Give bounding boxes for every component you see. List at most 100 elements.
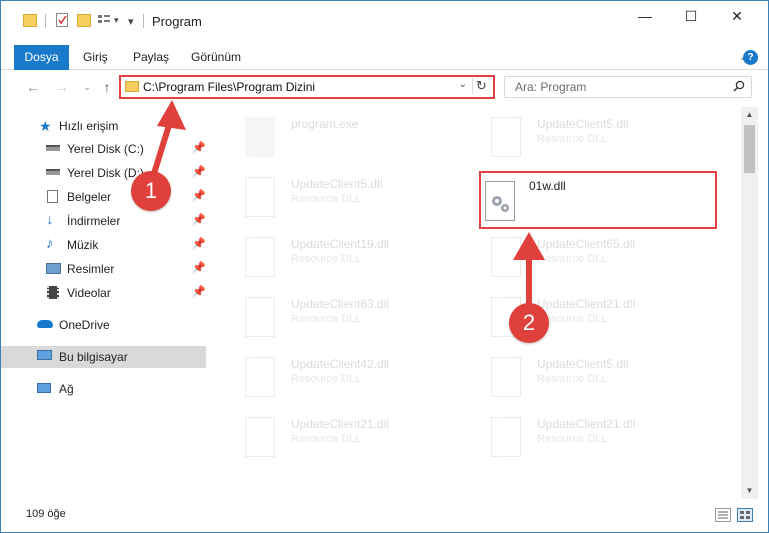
- title-bar: ▾ ▾ Program — ☐ ✕: [1, 1, 768, 41]
- scroll-thumb[interactable]: [744, 125, 755, 173]
- downloads-icon: ↓: [46, 211, 54, 228]
- explorer-window: ▾ ▾ Program — ☐ ✕ Dosya Giriş Paylaş Gör…: [0, 0, 769, 533]
- folder-icon: [125, 81, 139, 92]
- forward-icon[interactable]: →: [52, 77, 72, 97]
- search-icon[interactable]: [733, 80, 745, 95]
- pin-icon[interactable]: 📌: [192, 237, 206, 250]
- refresh-icon[interactable]: ↻: [472, 78, 490, 94]
- nav-label: Ağ: [59, 382, 74, 396]
- customize-icon[interactable]: [98, 14, 110, 27]
- new-folder-icon[interactable]: [77, 14, 91, 27]
- properties-icon[interactable]: [56, 13, 68, 27]
- file-name: UpdateClient63.dll: [291, 297, 390, 311]
- address-dropdown-icon[interactable]: ⌄: [459, 79, 467, 90]
- scroll-down-icon[interactable]: ▼: [741, 483, 758, 499]
- file-item[interactable]: UpdateClient19.dll Resource DLL: [225, 229, 465, 285]
- file-name: UpdateClient21.dll: [537, 417, 636, 431]
- nav-label: Hızlı erişim: [59, 119, 119, 133]
- file-item[interactable]: UpdateClient21.dll Resource DLL: [471, 409, 711, 465]
- file-name: UpdateClient5.dll: [537, 357, 629, 371]
- nav-label: Belgeler: [67, 190, 112, 204]
- nav-item-videos[interactable]: Videolar 📌: [1, 282, 206, 304]
- pin-icon[interactable]: 📌: [192, 141, 206, 154]
- tab-file[interactable]: Dosya: [14, 45, 69, 70]
- file-type: Resource DLL: [537, 433, 608, 445]
- tab-view[interactable]: Görünüm: [191, 45, 241, 70]
- file-item[interactable]: UpdateClient21.dll Resource DLL: [471, 289, 711, 345]
- pin-icon[interactable]: 📌: [192, 261, 206, 274]
- large-icons-view-icon[interactable]: [737, 508, 753, 522]
- file-item[interactable]: UpdateClient63.dll Resource DLL: [225, 289, 465, 345]
- recent-locations-icon[interactable]: ⌄: [77, 77, 97, 97]
- nav-item-documents[interactable]: Belgeler 📌: [1, 186, 206, 208]
- nav-quick-access[interactable]: ★ Hızlı erişim: [1, 115, 206, 137]
- file-item[interactable]: UpdateClient21.dll Resource DLL: [225, 409, 465, 465]
- search-input[interactable]: Ara: Program: [504, 76, 752, 98]
- nav-this-pc[interactable]: Bu bilgisayar: [1, 346, 206, 368]
- vertical-scrollbar[interactable]: ▲ ▼: [741, 107, 758, 499]
- nav-item-drive-c[interactable]: Yerel Disk (C:) 📌: [1, 138, 206, 160]
- help-icon[interactable]: ?: [743, 50, 758, 65]
- nav-label: OneDrive: [59, 318, 110, 332]
- nav-network[interactable]: Ağ: [1, 378, 206, 400]
- file-type: Resource DLL: [537, 253, 608, 265]
- pin-icon[interactable]: 📌: [192, 213, 206, 226]
- nav-item-pictures[interactable]: Resimler 📌: [1, 258, 206, 280]
- network-icon: [37, 383, 51, 393]
- dll-file-icon: [245, 297, 275, 337]
- up-icon[interactable]: ↑: [97, 77, 117, 97]
- nav-item-music[interactable]: ♪ Müzik 📌: [1, 234, 206, 256]
- file-item[interactable]: UpdateClient65.dll Resource DLL: [471, 229, 711, 285]
- file-item[interactable]: program.exe: [225, 109, 465, 165]
- nav-label: Resimler: [67, 262, 115, 276]
- pin-icon[interactable]: 📌: [192, 165, 206, 178]
- nav-onedrive[interactable]: OneDrive: [1, 314, 206, 336]
- dll-file-icon: [245, 237, 275, 277]
- nav-label: İndirmeler: [67, 214, 121, 228]
- file-item-target[interactable]: 01w.dll: [479, 171, 717, 229]
- file-type: Resource DLL: [291, 313, 362, 325]
- nav-item-drive-d[interactable]: Yerel Disk (D:) 📌: [1, 162, 206, 184]
- back-icon[interactable]: ←: [23, 77, 43, 97]
- file-type: Resource DLL: [291, 193, 362, 205]
- callout-1: 1: [131, 171, 171, 211]
- file-name: UpdateClient21.dll: [291, 417, 390, 431]
- scroll-up-icon[interactable]: ▲: [741, 107, 758, 123]
- maximize-button[interactable]: ☐: [668, 1, 714, 32]
- dll-file-icon: [491, 357, 521, 397]
- address-path[interactable]: C:\Program Files\Program Dizini: [143, 80, 315, 94]
- close-button[interactable]: ✕: [714, 1, 760, 32]
- drive-icon: [46, 145, 60, 151]
- nav-item-downloads[interactable]: ↓ İndirmeler 📌: [1, 210, 206, 232]
- cloud-icon: [37, 320, 53, 328]
- dll-file-icon: [245, 417, 275, 457]
- tab-share[interactable]: Paylaş: [133, 45, 169, 70]
- details-view-icon[interactable]: [715, 508, 731, 522]
- nav-label: Videolar: [67, 286, 111, 300]
- separator: [143, 14, 144, 28]
- search-placeholder: Ara: Program: [515, 80, 587, 94]
- address-bar[interactable]: C:\Program Files\Program Dizini ⌄ ↻: [119, 75, 495, 99]
- file-type: Resource DLL: [537, 373, 608, 385]
- minimize-button[interactable]: —: [622, 1, 668, 32]
- file-item[interactable]: UpdateClient42.dll Resource DLL: [225, 349, 465, 405]
- file-name: UpdateClient65.dll: [537, 237, 636, 251]
- tab-home[interactable]: Giriş: [83, 45, 108, 70]
- file-list: program.exe UpdateClient5.dll Resource D…: [215, 107, 741, 499]
- pin-icon[interactable]: 📌: [192, 285, 206, 298]
- dll-file-icon: [245, 357, 275, 397]
- dll-file-icon: [491, 237, 521, 277]
- quick-access-toolbar-icon[interactable]: ▾: [128, 15, 134, 33]
- pin-icon[interactable]: 📌: [192, 189, 206, 202]
- nav-label: Bu bilgisayar: [59, 350, 128, 364]
- file-type: Resource DLL: [291, 433, 362, 445]
- file-name: UpdateClient21.dll: [537, 297, 636, 311]
- file-item[interactable]: UpdateClient5.dll Resource DLL: [225, 169, 465, 225]
- file-name: UpdateClient5.dll: [291, 177, 383, 191]
- computer-icon: [37, 350, 52, 360]
- dropdown-arrow-icon[interactable]: ▾: [114, 15, 119, 33]
- file-item[interactable]: UpdateClient5.dll Resource DLL: [471, 109, 711, 165]
- file-item[interactable]: UpdateClient5.dll Resource DLL: [471, 349, 711, 405]
- music-icon: ♪: [46, 235, 54, 252]
- exe-file-icon: [245, 117, 275, 157]
